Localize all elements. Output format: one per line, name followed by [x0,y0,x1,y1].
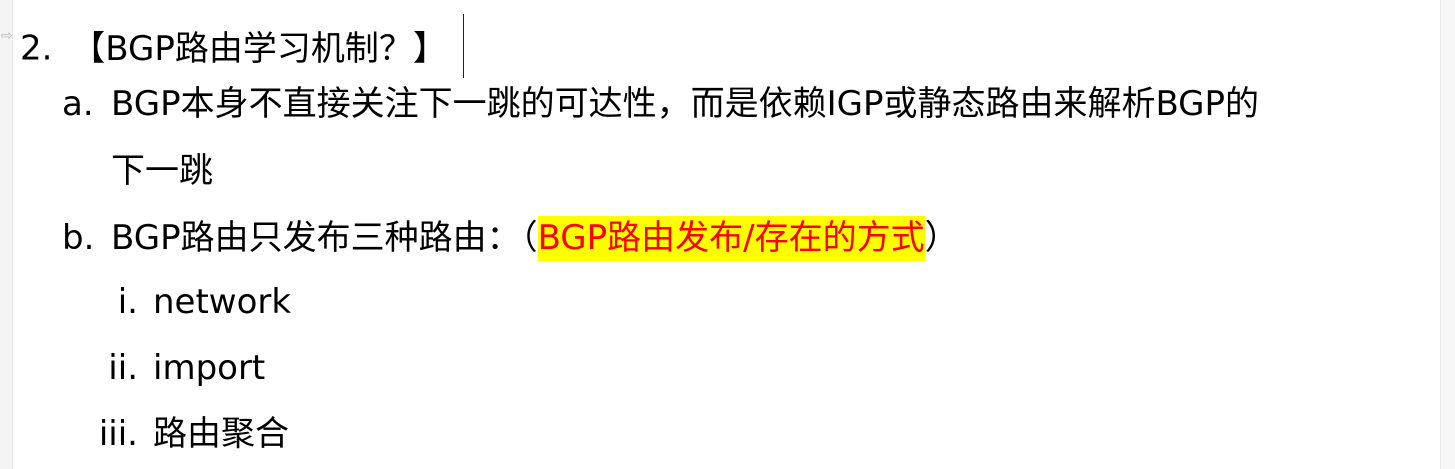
item-2-text: 【BGP路由学习机制？】 [71,28,447,69]
item-a-text-line-1: BGP本身不直接关注下一跳的可达性，而是依赖IGP或静态路由来解析BGP的 [111,84,1260,124]
highlighted-text: BGP路由发布/存在的方式 [537,216,925,261]
item-b-text-after: ） [924,218,959,258]
item-a-text-line-2: 下一跳 [111,151,213,191]
item-2-marker: 2. [20,28,53,69]
item-b-text-before: BGP路由只发布三种路由：（ [111,218,538,258]
text-cursor [462,14,465,78]
outline-item-a[interactable]: a. [62,84,94,124]
sub-item-iii-marker: iii. [98,414,138,454]
vertical-scrollbar[interactable] [1440,0,1455,469]
outline-item-2[interactable]: 2. 【BGP路由学习机制？】 [20,14,465,82]
outline-item-b[interactable]: b. [62,218,94,258]
sub-item-i-text[interactable]: network [153,282,291,322]
sub-item-ii-marker: ii. [108,348,138,388]
item-a-marker: a. [62,84,94,124]
document-body: 2. 【BGP路由学习机制？】 a. BGP本身不直接关注下一跳的可达性，而是依… [0,0,1441,469]
sub-item-i-marker: i. [117,282,138,322]
sub-item-ii-text[interactable]: import [153,348,265,388]
sub-item-iii-text[interactable]: 路由聚合 [153,414,289,454]
item-b-text: BGP路由只发布三种路由：（BGP路由发布/存在的方式） [111,216,959,261]
item-b-marker: b. [62,218,95,258]
